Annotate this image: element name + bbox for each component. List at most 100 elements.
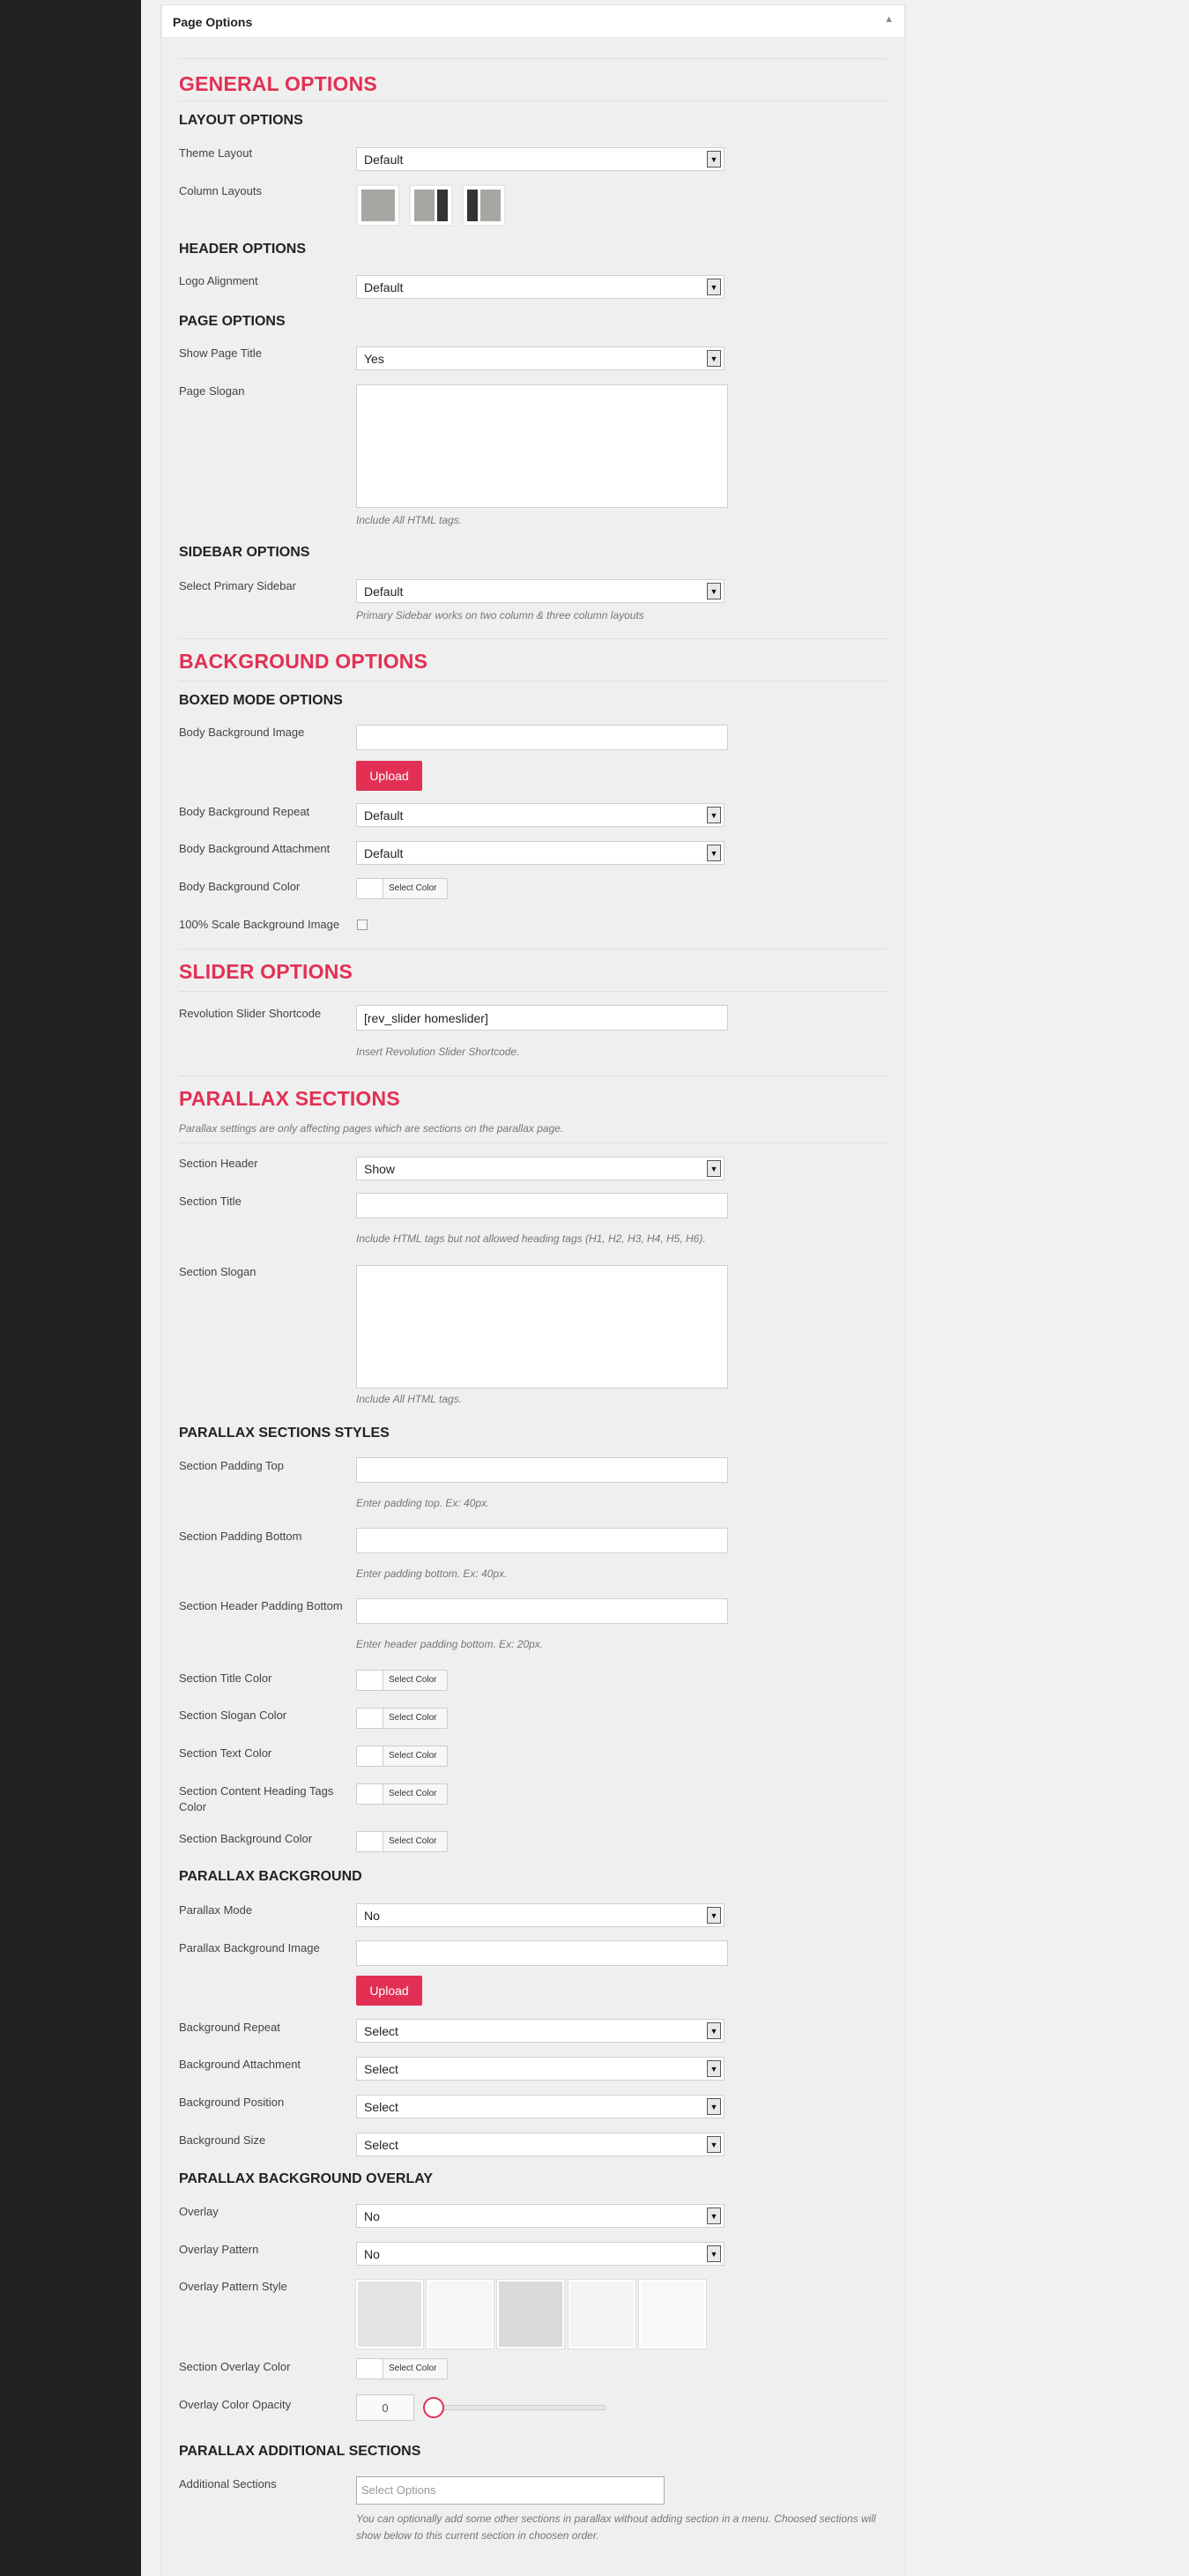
bg-size-label: Background Size — [179, 2133, 266, 2147]
layout-full-width-option[interactable] — [356, 184, 400, 227]
column-layouts-label: Column Layouts — [179, 184, 262, 197]
overlay-pattern-style-label: Overlay Pattern Style — [179, 2280, 287, 2293]
padding-top-input[interactable] — [356, 1457, 728, 1483]
bg-size-select[interactable]: Select ▼ — [356, 2133, 725, 2156]
slogan-color-picker[interactable]: Select Color — [356, 1708, 448, 1729]
overlay-label: Overlay — [179, 2205, 219, 2218]
show-page-title-select[interactable]: Yes ▼ — [356, 346, 725, 370]
parallax-bg-image-input[interactable] — [356, 1940, 728, 1966]
heading-color-picker[interactable]: Select Color — [356, 1783, 448, 1805]
chevron-down-icon: ▼ — [707, 807, 721, 823]
overlay-opacity-value[interactable]: 0 — [356, 2394, 414, 2421]
overlay-opacity-label: Overlay Color Opacity — [179, 2398, 292, 2411]
parallax-mode-label: Parallax Mode — [179, 1903, 253, 1917]
parallax-bg-upload-button[interactable]: Upload — [356, 1976, 422, 2006]
body-bg-upload-button[interactable]: Upload — [356, 761, 422, 791]
general-options-heading: GENERAL OPTIONS — [179, 72, 377, 95]
chevron-down-icon: ▼ — [707, 2098, 721, 2115]
section-slogan-textarea[interactable] — [356, 1265, 728, 1389]
overlay-pattern-option[interactable] — [356, 2280, 423, 2349]
overlay-opacity-track[interactable] — [430, 2405, 606, 2410]
chevron-down-icon: ▼ — [707, 2022, 721, 2039]
section-header-select[interactable]: Show ▼ — [356, 1157, 725, 1180]
body-bg-color-picker[interactable]: Select Color — [356, 878, 448, 899]
layout-left-sidebar-option[interactable] — [462, 184, 506, 227]
color-swatch — [357, 2359, 383, 2379]
chevron-down-icon: ▼ — [707, 2060, 721, 2077]
parallax-subtitle: Parallax settings are only affecting pag… — [179, 1122, 564, 1135]
color-swatch — [357, 1671, 383, 1690]
body-bg-attachment-label: Body Background Attachment — [179, 842, 331, 855]
bg-attachment-select[interactable]: Select ▼ — [356, 2057, 725, 2081]
layout-options-heading: LAYOUT OPTIONS — [179, 113, 303, 128]
color-swatch — [357, 1784, 383, 1804]
primary-sidebar-select[interactable]: Default ▼ — [356, 579, 725, 603]
overlay-pattern-select[interactable]: No ▼ — [356, 2242, 725, 2266]
section-title-hint: Include HTML tags but not allowed headin… — [356, 1232, 706, 1245]
header-padding-input[interactable] — [356, 1598, 728, 1624]
layout-sidebar-block — [467, 190, 478, 221]
logo-alignment-select[interactable]: Default ▼ — [356, 275, 725, 299]
section-title-input[interactable] — [356, 1193, 728, 1218]
parallax-mode-select[interactable]: No ▼ — [356, 1903, 725, 1927]
parallax-mode-value: No — [364, 1908, 380, 1923]
header-options-heading: HEADER OPTIONS — [179, 242, 307, 257]
body-bg-color-label: Body Background Color — [179, 880, 301, 893]
overlay-color-picker[interactable]: Select Color — [356, 2358, 448, 2379]
title-color-picker[interactable]: Select Color — [356, 1670, 448, 1691]
section-header-value: Show — [364, 1161, 396, 1176]
section-title-label: Section Title — [179, 1195, 242, 1208]
theme-layout-select[interactable]: Default ▼ — [356, 147, 725, 171]
additional-sections-hint: You can optionally add some other sectio… — [356, 2513, 876, 2542]
bg-repeat-select[interactable]: Select ▼ — [356, 2019, 725, 2043]
overlay-pattern-option[interactable] — [568, 2280, 635, 2349]
rev-slider-label: Revolution Slider Shortcode — [179, 1007, 322, 1020]
layout-right-sidebar-option[interactable] — [409, 184, 453, 227]
page-slogan-hint: Include All HTML tags. — [356, 514, 463, 526]
parallax-overlay-heading: PARALLAX BACKGROUND OVERLAY — [179, 2171, 434, 2186]
color-swatch — [357, 879, 383, 898]
overlay-select[interactable]: No ▼ — [356, 2204, 725, 2228]
select-color-label: Select Color — [389, 1789, 437, 1798]
select-color-label: Select Color — [389, 1836, 437, 1846]
section-slogan-hint: Include All HTML tags. — [356, 1393, 463, 1405]
color-swatch — [357, 1832, 383, 1851]
body-bg-attachment-select[interactable]: Default ▼ — [356, 841, 725, 865]
overlay-pattern-value: No — [364, 2246, 380, 2261]
show-page-title-value: Yes — [364, 351, 384, 366]
section-bgcolor-picker[interactable]: Select Color — [356, 1831, 448, 1852]
primary-sidebar-value: Default — [364, 584, 404, 599]
parallax-styles-heading: PARALLAX SECTIONS STYLES — [179, 1426, 390, 1441]
body-bg-repeat-label: Body Background Repeat — [179, 805, 310, 818]
padding-bottom-input[interactable] — [356, 1528, 728, 1553]
bg-attachment-value: Select — [364, 2061, 398, 2076]
header-padding-hint: Enter header padding bottom. Ex: 20px. — [356, 1638, 544, 1650]
bg-position-select[interactable]: Select ▼ — [356, 2095, 725, 2118]
body-bg-repeat-value: Default — [364, 808, 404, 823]
overlay-opacity-handle[interactable] — [423, 2397, 444, 2418]
scale-bg-checkbox[interactable] — [357, 919, 368, 930]
parallax-bg-image-label: Parallax Background Image — [179, 1941, 320, 1954]
chevron-down-icon: ▼ — [707, 350, 721, 367]
select-color-label: Select Color — [389, 1713, 437, 1723]
rev-slider-input[interactable]: [rev_slider homeslider] — [356, 1005, 728, 1031]
overlay-color-label: Section Overlay Color — [179, 2360, 291, 2373]
text-color-picker[interactable]: Select Color — [356, 1746, 448, 1767]
slider-options-heading: SLIDER OPTIONS — [179, 960, 353, 983]
chevron-down-icon: ▼ — [707, 2207, 721, 2224]
overlay-pattern-label: Overlay Pattern — [179, 2243, 259, 2256]
overlay-pattern-option[interactable] — [427, 2280, 494, 2349]
page-slogan-textarea[interactable] — [356, 384, 728, 508]
bg-position-value: Select — [364, 2099, 398, 2114]
chevron-down-icon: ▼ — [707, 1907, 721, 1924]
additional-sections-label: Additional Sections — [179, 2477, 277, 2490]
body-bg-repeat-select[interactable]: Default ▼ — [356, 803, 725, 827]
additional-sections-select[interactable]: Select Options — [356, 2476, 665, 2505]
parallax-background-heading: PARALLAX BACKGROUND — [179, 1869, 362, 1884]
body-bg-image-input[interactable] — [356, 725, 728, 750]
overlay-pattern-option[interactable] — [497, 2280, 564, 2349]
padding-top-hint: Enter padding top. Ex: 40px. — [356, 1497, 490, 1509]
overlay-pattern-option[interactable] — [639, 2280, 706, 2349]
chevron-down-icon: ▼ — [707, 279, 721, 295]
rev-slider-hint: Insert Revolution Slider Shortcode. — [356, 1046, 520, 1058]
